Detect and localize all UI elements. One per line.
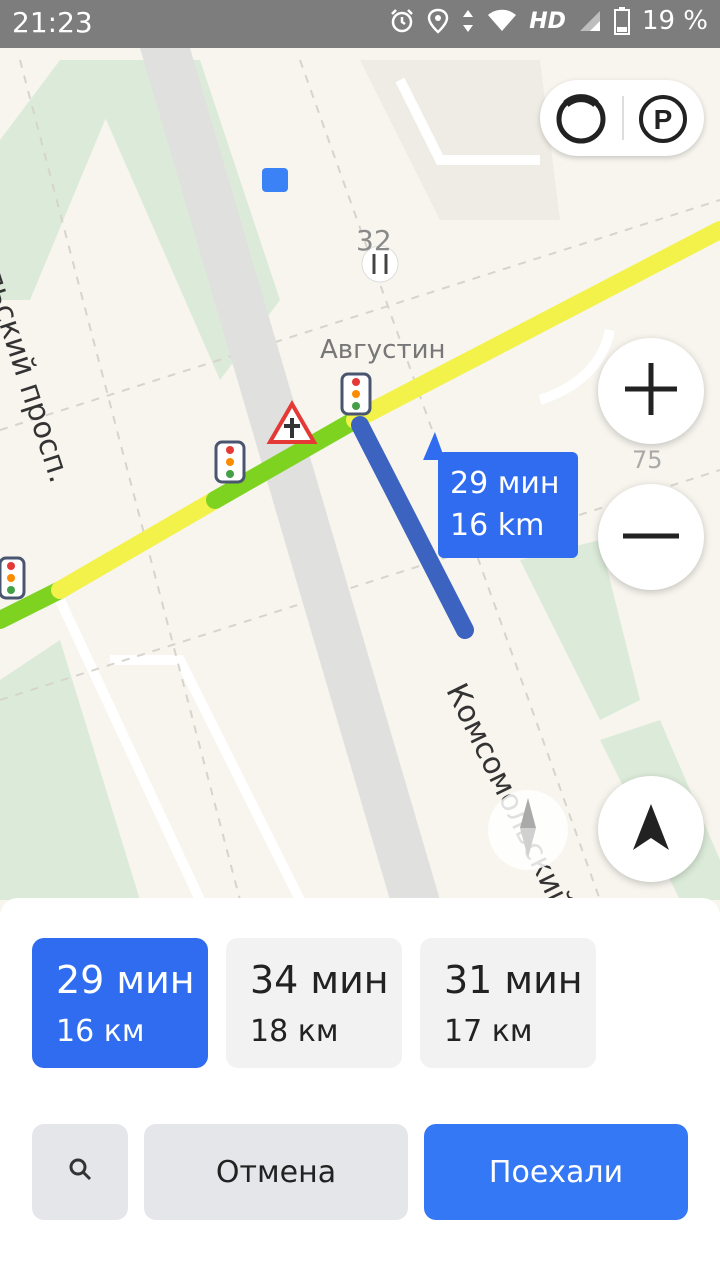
divider bbox=[622, 96, 624, 140]
battery-level: 19 % bbox=[641, 6, 708, 36]
house-number: 75 bbox=[632, 446, 663, 474]
minus-icon bbox=[621, 528, 681, 546]
route-option-time: 31 мин bbox=[444, 958, 583, 1002]
status-bar: 21:23 HD 19 % bbox=[0, 0, 720, 48]
layers-control: P bbox=[540, 80, 704, 156]
map-canvas bbox=[0, 48, 720, 900]
route-option[interactable]: 31 мин 17 км bbox=[420, 938, 596, 1068]
route-option-time: 29 мин bbox=[56, 958, 195, 1002]
battery-icon bbox=[613, 7, 630, 35]
search-button[interactable] bbox=[32, 1124, 128, 1220]
my-location-button[interactable] bbox=[598, 776, 704, 882]
poi-number: 32 bbox=[356, 224, 392, 257]
plus-icon bbox=[621, 359, 681, 424]
svg-text:P: P bbox=[654, 104, 673, 135]
route-option-distance: 18 км bbox=[250, 1014, 339, 1049]
navigation-arrow-icon bbox=[629, 802, 673, 857]
status-icons: HD 19 % bbox=[389, 6, 708, 36]
cancel-button[interactable]: Отмена bbox=[144, 1124, 408, 1220]
parking-icon[interactable]: P bbox=[636, 92, 690, 151]
zoom-in-button[interactable] bbox=[598, 338, 704, 444]
poi-name[interactable]: Августин bbox=[320, 335, 446, 365]
route-bubble[interactable]: 29 мин 16 km bbox=[438, 452, 578, 558]
route-option[interactable]: 34 мин 18 км bbox=[226, 938, 402, 1068]
route-bubble-distance: 16 km bbox=[450, 508, 545, 543]
route-sheet: 29 мин 16 км 34 мин 18 км 31 мин 17 км О… bbox=[0, 898, 720, 1280]
route-option[interactable]: 29 мин 16 км bbox=[32, 938, 208, 1068]
zoom-out-button[interactable] bbox=[598, 484, 704, 590]
route-option-time: 34 мин bbox=[250, 958, 389, 1002]
network-type: HD bbox=[529, 8, 566, 34]
status-time: 21:23 bbox=[12, 6, 93, 39]
go-button[interactable]: Поехали bbox=[424, 1124, 688, 1220]
traffic-layer-icon[interactable] bbox=[554, 92, 608, 151]
route-bubble-time: 29 мин bbox=[450, 466, 560, 501]
route-option-distance: 16 км bbox=[56, 1014, 145, 1049]
alarm-icon bbox=[389, 8, 415, 34]
search-icon bbox=[67, 1155, 93, 1190]
compass-button[interactable] bbox=[488, 790, 568, 870]
data-arrows-icon bbox=[461, 8, 475, 34]
route-option-distance: 17 км bbox=[444, 1014, 533, 1049]
location-icon bbox=[427, 8, 449, 34]
compass-icon bbox=[516, 796, 540, 865]
signal-icon bbox=[578, 9, 602, 33]
map-view[interactable]: 32 Августин омольский просп. Комсомольск… bbox=[0, 48, 720, 900]
wifi-icon bbox=[487, 9, 517, 33]
